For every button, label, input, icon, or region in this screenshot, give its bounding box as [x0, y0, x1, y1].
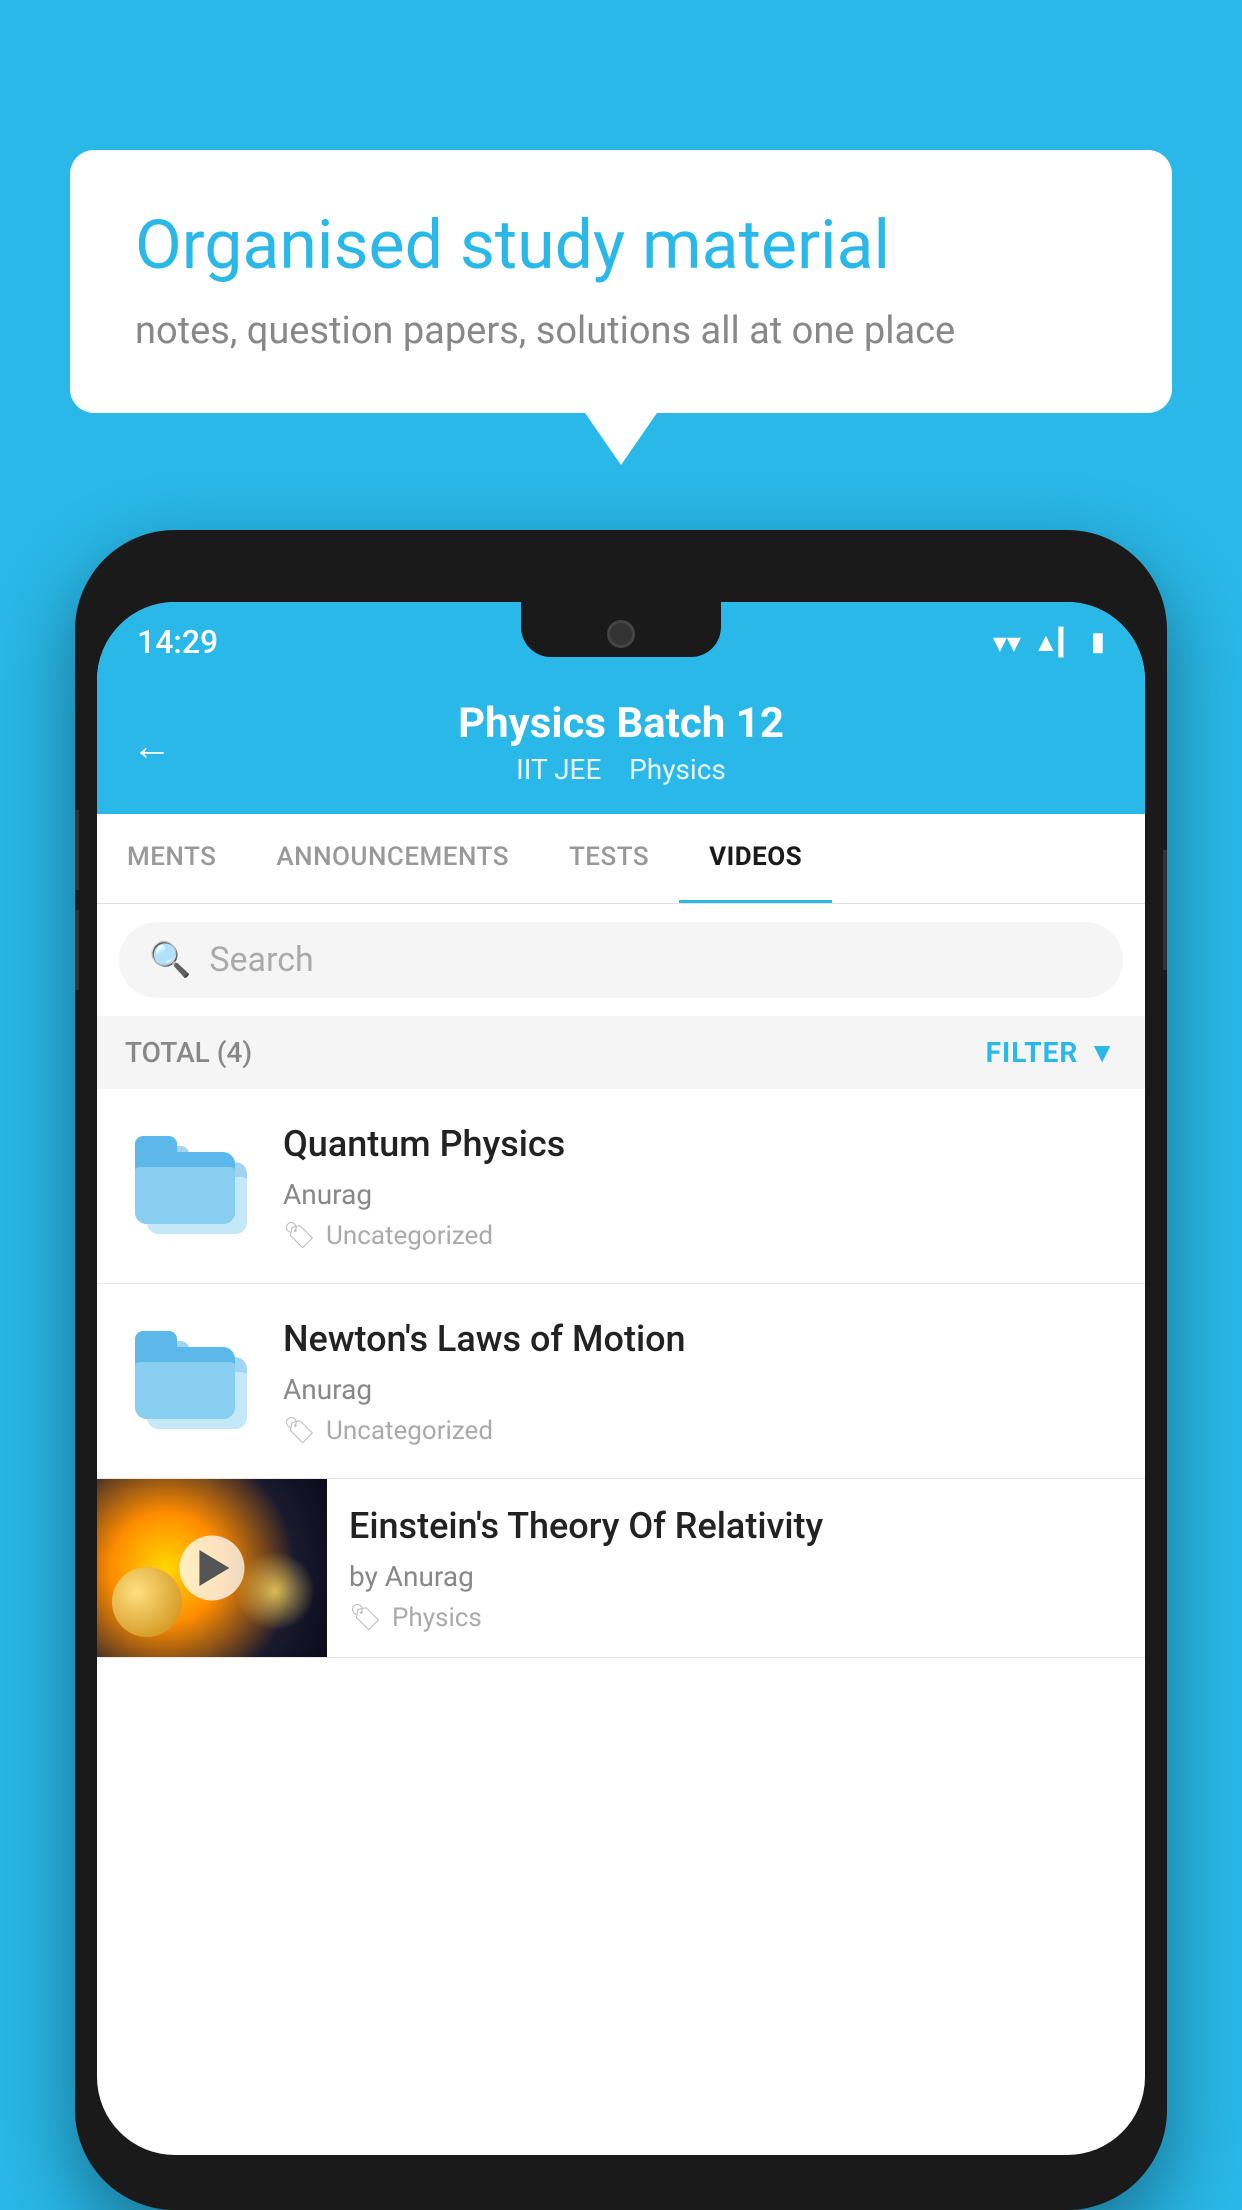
filter-funnel-icon: ▼ [1088, 1036, 1117, 1069]
filter-label: FILTER [986, 1036, 1079, 1069]
video-tag: 🏷 Uncategorized [283, 1416, 1117, 1446]
list-item[interactable]: Newton's Laws of Motion Anurag 🏷 Uncateg… [97, 1284, 1145, 1479]
video-item-thumb-1 [125, 1121, 255, 1251]
speech-bubble-container: Organised study material notes, question… [70, 150, 1172, 413]
phone-frame: 14:29 ▾▾ ▲▎ ▮ ← Physics Batch 12 IIT JEE… [75, 530, 1167, 2210]
header-subtitle-part1: IIT JEE [516, 753, 601, 786]
volume-down-button [75, 910, 79, 990]
header-subtitle: IIT JEE Physics [137, 753, 1105, 786]
speech-bubble-subtext: notes, question papers, solutions all at… [135, 309, 1107, 353]
signal-icon: ▲▎ [1033, 627, 1079, 658]
video-info-3: Einstein's Theory Of Relativity by Anura… [327, 1479, 1145, 1657]
filter-button[interactable]: FILTER ▼ [986, 1036, 1117, 1069]
back-button[interactable]: ← [132, 722, 172, 769]
speech-bubble: Organised study material notes, question… [70, 150, 1172, 413]
folder-icon [135, 1331, 245, 1431]
video-item-thumb-2 [125, 1316, 255, 1446]
video-tag: 🏷 Uncategorized [283, 1221, 1117, 1251]
battery-icon: ▮ [1091, 627, 1105, 657]
video-info-1: Quantum Physics Anurag 🏷 Uncategorized [283, 1121, 1117, 1251]
header-subtitle-part2: Physics [629, 753, 726, 786]
filter-row: TOTAL (4) FILTER ▼ [97, 1016, 1145, 1089]
volume-up-button [75, 810, 79, 890]
wifi-icon: ▾▾ [993, 626, 1021, 659]
video-title: Newton's Laws of Motion [283, 1316, 1117, 1363]
search-bar[interactable]: 🔍 Search [119, 922, 1123, 998]
video-thumbnail [97, 1479, 327, 1657]
video-title: Einstein's Theory Of Relativity [349, 1503, 1123, 1550]
tag-label: Physics [392, 1603, 482, 1633]
status-icons: ▾▾ ▲▎ ▮ [993, 626, 1105, 659]
total-count: TOTAL (4) [125, 1036, 252, 1069]
search-container: 🔍 Search [97, 904, 1145, 1016]
space-glow [235, 1551, 315, 1631]
video-info-2: Newton's Laws of Motion Anurag 🏷 Uncateg… [283, 1316, 1117, 1446]
list-item[interactable]: Einstein's Theory Of Relativity by Anura… [97, 1479, 1145, 1658]
tag-icon: 🏷 [283, 1221, 316, 1251]
tab-tests[interactable]: TESTS [539, 814, 679, 903]
phone-notch [521, 602, 721, 657]
list-item[interactable]: Quantum Physics Anurag 🏷 Uncategorized [97, 1089, 1145, 1284]
search-icon: 🔍 [149, 940, 191, 980]
folder-icon [135, 1136, 245, 1236]
video-tag: 🏷 Physics [349, 1603, 1123, 1633]
video-author: by Anurag [349, 1560, 1123, 1593]
tag-icon: 🏷 [349, 1603, 382, 1633]
video-author: Anurag [283, 1373, 1117, 1406]
tab-announcements[interactable]: ANNOUNCEMENTS [246, 814, 539, 903]
video-list: Quantum Physics Anurag 🏷 Uncategorized [97, 1089, 1145, 1658]
tag-label: Uncategorized [326, 1221, 493, 1251]
tab-ments[interactable]: MENTS [97, 814, 246, 903]
phone-screen: 14:29 ▾▾ ▲▎ ▮ ← Physics Batch 12 IIT JEE… [97, 602, 1145, 2155]
tag-icon: 🏷 [283, 1416, 316, 1446]
tabs-bar: MENTS ANNOUNCEMENTS TESTS VIDEOS [97, 814, 1145, 904]
tag-label: Uncategorized [326, 1416, 493, 1446]
speech-bubble-heading: Organised study material [135, 205, 1107, 287]
video-author: Anurag [283, 1178, 1117, 1211]
search-placeholder: Search [209, 940, 313, 980]
status-time: 14:29 [137, 623, 218, 661]
header-title: Physics Batch 12 [137, 699, 1105, 749]
app-header: ← Physics Batch 12 IIT JEE Physics [97, 677, 1145, 814]
play-button-icon [199, 1550, 229, 1586]
tab-videos[interactable]: VIDEOS [679, 814, 832, 903]
phone-camera [607, 620, 635, 648]
video-title: Quantum Physics [283, 1121, 1117, 1168]
power-button [1163, 850, 1167, 970]
